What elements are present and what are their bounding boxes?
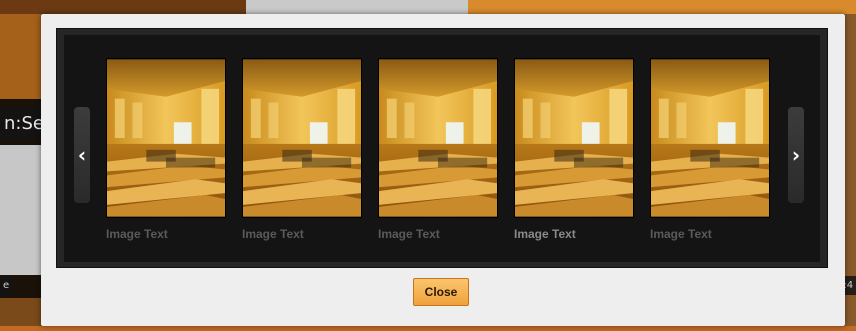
- gallery-thumbnail[interactable]: [242, 58, 362, 218]
- bg-tile: [246, 0, 468, 14]
- church-interior-image: [651, 59, 769, 217]
- gallery-strip: ‹ Image Text Image Text Image Text Image…: [64, 35, 820, 262]
- thumbnail-caption: Image Text: [242, 227, 304, 241]
- bg-tile: [0, 326, 856, 331]
- gallery-thumbnail[interactable]: [650, 58, 770, 218]
- church-interior-image: [515, 59, 633, 217]
- chevron-left-icon: ‹: [77, 143, 87, 167]
- bg-tile: [468, 0, 856, 14]
- gallery-thumbnail[interactable]: [106, 58, 226, 218]
- chevron-right-icon: ›: [791, 143, 801, 167]
- close-button[interactable]: Close: [413, 278, 469, 306]
- church-interior-image: [107, 59, 225, 217]
- church-interior-image: [243, 59, 361, 217]
- next-arrow-button[interactable]: ›: [788, 107, 804, 203]
- thumbnail-caption: Image Text: [514, 227, 576, 241]
- bg-tile: [0, 145, 41, 275]
- thumbnail-caption: Image Text: [378, 227, 440, 241]
- thumbnail-caption: Image Text: [650, 227, 712, 241]
- gallery-thumbnail[interactable]: [378, 58, 498, 218]
- background-caption-small: e: [0, 276, 13, 295]
- church-interior-image: [379, 59, 497, 217]
- bg-tile: [0, 0, 246, 14]
- thumbnail-caption: Image Text: [106, 227, 168, 241]
- gallery-modal: ‹ Image Text Image Text Image Text Image…: [41, 14, 845, 326]
- gallery-viewer: ‹ Image Text Image Text Image Text Image…: [56, 28, 828, 268]
- previous-arrow-button[interactable]: ‹: [74, 107, 90, 203]
- bg-tile: [0, 14, 41, 99]
- gallery-thumbnail-selected[interactable]: [514, 58, 634, 218]
